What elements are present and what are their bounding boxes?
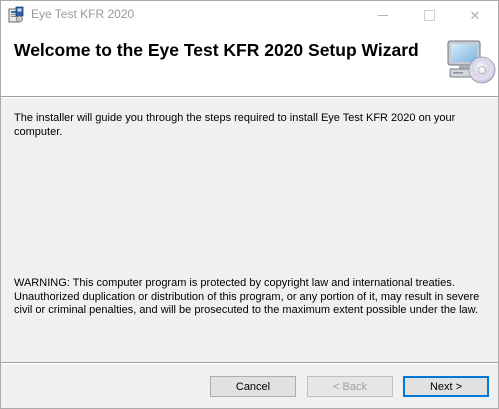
copyright-warning: WARNING: This computer program is protec… xyxy=(14,277,480,316)
back-button[interactable]: < Back xyxy=(307,376,393,397)
minimize-button[interactable] xyxy=(360,1,406,30)
close-icon: ✕ xyxy=(469,7,481,23)
installer-icon xyxy=(8,6,24,23)
intro-text: The installer will guide you through the… xyxy=(14,112,456,138)
next-button[interactable]: Next > xyxy=(403,376,489,397)
footer-divider xyxy=(1,362,498,364)
close-button[interactable]: ✕ xyxy=(452,1,498,30)
maximize-button[interactable] xyxy=(406,1,452,30)
cancel-button[interactable]: Cancel xyxy=(210,376,296,397)
header-banner: Welcome to the Eye Test KFR 2020 Setup W… xyxy=(1,30,498,96)
page-title: Welcome to the Eye Test KFR 2020 Setup W… xyxy=(14,40,419,60)
title-bar[interactable]: Eye Test KFR 2020 ✕ xyxy=(1,1,498,30)
maximize-icon xyxy=(423,10,435,21)
computer-cd-icon xyxy=(447,40,496,84)
setup-wizard-window: Eye Test KFR 2020 ✕ Welcome to the Eye T… xyxy=(0,0,499,409)
header-divider xyxy=(1,96,498,98)
window-title: Eye Test KFR 2020 xyxy=(31,7,135,21)
minimize-icon xyxy=(378,15,388,16)
